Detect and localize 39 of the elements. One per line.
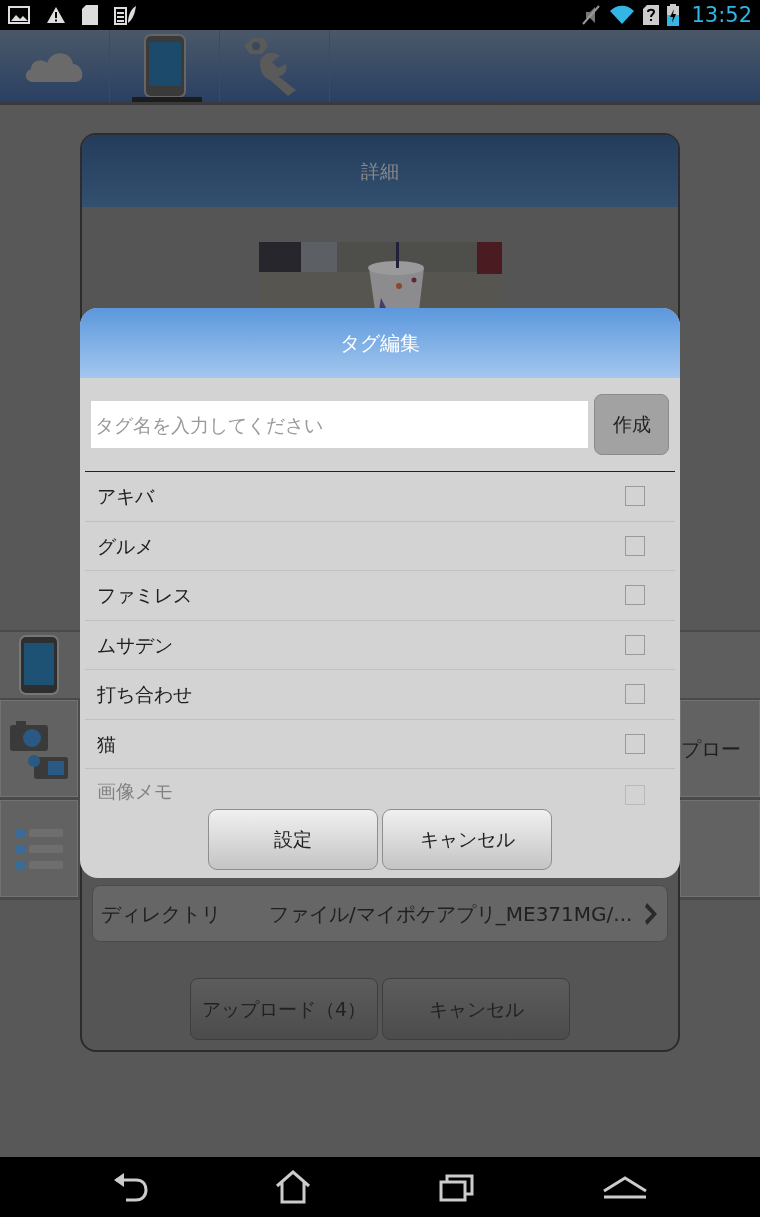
tag-label[interactable]: ファミレス (97, 581, 625, 610)
dialog-title: タグ編集 (340, 330, 420, 357)
checkbox[interactable] (625, 486, 645, 507)
phone-icon (143, 34, 186, 98)
battery-leaf-icon (114, 5, 136, 25)
list-icon (13, 826, 65, 871)
home-icon[interactable] (275, 1170, 312, 1204)
checkbox[interactable] (625, 535, 645, 556)
battery-charging-icon (667, 4, 680, 26)
menu-cell[interactable] (0, 800, 78, 897)
menu-cell[interactable] (0, 700, 78, 797)
checkbox[interactable] (625, 634, 645, 655)
cancel-button[interactable]: キャンセル (382, 809, 552, 870)
sd-card-icon (82, 5, 98, 25)
set-button[interactable]: 設定 (208, 809, 378, 870)
checkbox[interactable] (625, 684, 645, 705)
checkbox[interactable] (625, 733, 645, 754)
recent-apps-icon[interactable] (438, 1172, 475, 1202)
create-button[interactable]: 作成 (594, 394, 669, 455)
tag-label[interactable]: アキバ (97, 482, 625, 511)
menu-up-icon[interactable] (602, 1175, 649, 1199)
sim-unknown-icon (643, 5, 660, 25)
clock: 13:52 (691, 2, 752, 29)
tag-label[interactable]: 猫 (97, 729, 625, 758)
directory-path: ファイル/マイポケアプリ_ME371MG/... (269, 900, 634, 928)
phone-icon (19, 635, 59, 695)
tag-name-field[interactable]: タグ名を入力してください (91, 401, 588, 448)
directory-label: ディレクトリ (101, 900, 222, 928)
menu-cell[interactable] (680, 800, 760, 897)
image-icon (8, 6, 30, 24)
muted-icon (581, 4, 602, 26)
dialog-title: 詳細 (361, 158, 399, 184)
checkbox[interactable] (625, 585, 645, 606)
wifi-icon (609, 5, 636, 25)
menu-label: プロー (681, 735, 741, 763)
warning-icon (46, 6, 66, 24)
tag-label[interactable]: グルメ (97, 531, 625, 560)
tag-label[interactable]: 打ち合わせ (97, 680, 625, 709)
tag-label[interactable]: ムサデン (97, 630, 625, 659)
